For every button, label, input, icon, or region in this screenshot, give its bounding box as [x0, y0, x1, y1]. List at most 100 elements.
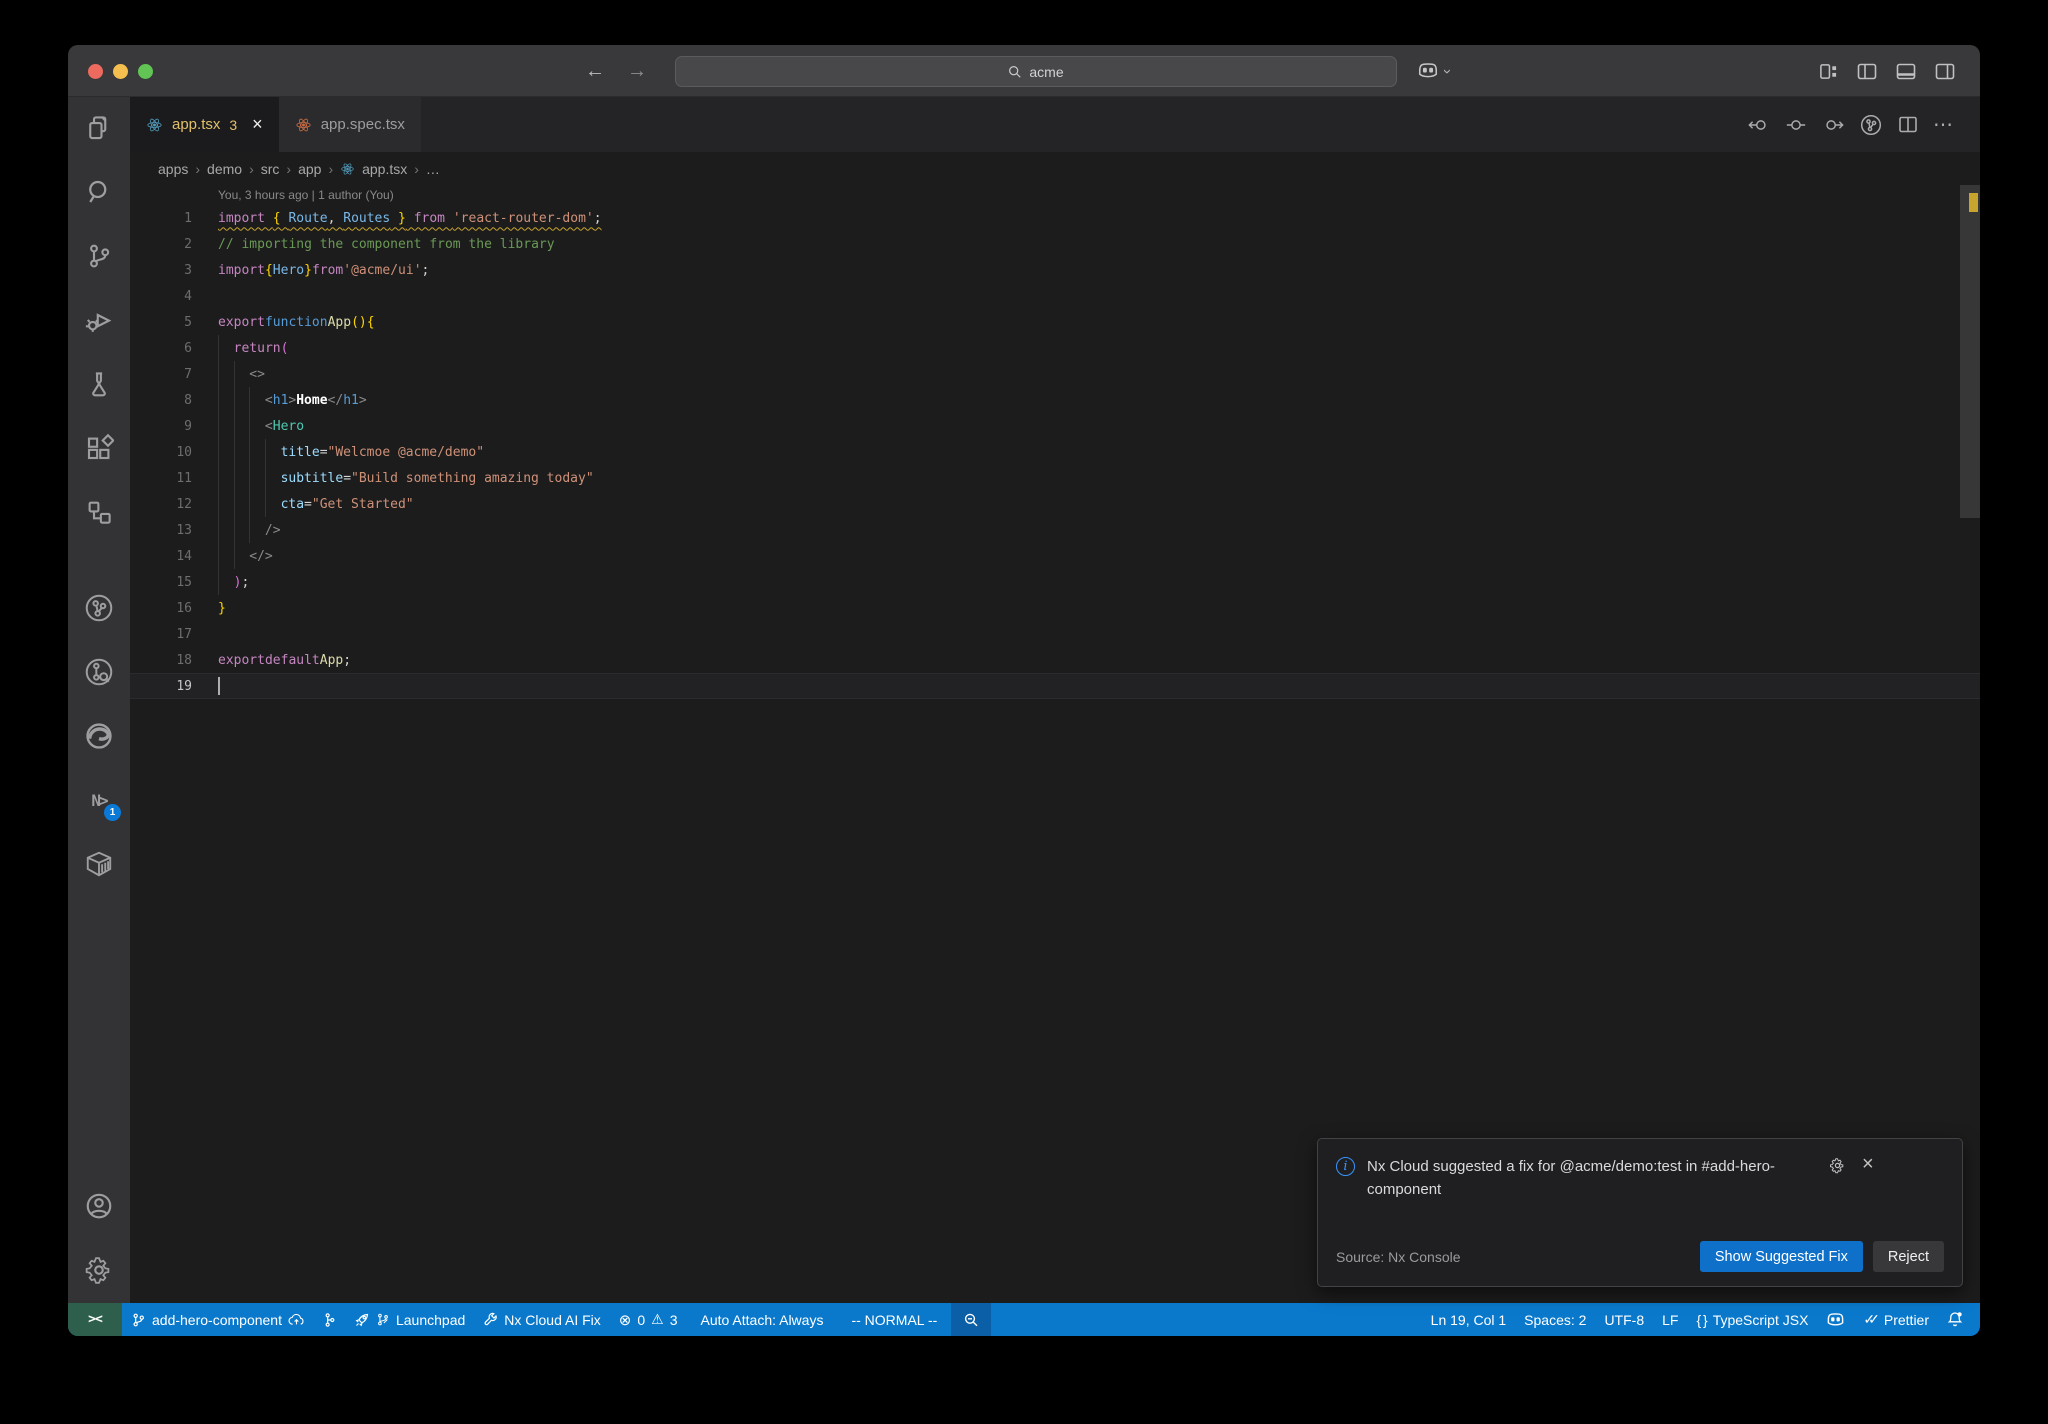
code-line[interactable]: 7 <> — [130, 361, 1980, 387]
package-explorer-icon[interactable] — [82, 847, 116, 881]
double-check-icon: ✓✓ — [1863, 1311, 1880, 1327]
encoding-item[interactable]: UTF-8 — [1595, 1303, 1653, 1336]
command-center-search[interactable]: acme — [675, 56, 1397, 87]
breadcrumb-item[interactable]: app — [298, 161, 321, 177]
code-line[interactable]: 17 — [130, 621, 1980, 647]
breadcrumb-item[interactable]: demo — [207, 161, 242, 177]
edge-browser-icon[interactable] — [82, 719, 116, 753]
copilot-menu-chevron-icon[interactable]: › — [1439, 69, 1456, 74]
scrollbar-thumb[interactable] — [1960, 185, 1980, 518]
git-branch-icon — [131, 1312, 146, 1328]
breadcrumb-item[interactable]: src — [261, 161, 280, 177]
notification-settings-gear-icon[interactable] — [1829, 1157, 1846, 1174]
line-number: 10 — [176, 444, 192, 460]
reject-button[interactable]: Reject — [1872, 1241, 1944, 1272]
cursor-position-item[interactable]: Ln 19, Col 1 — [1422, 1303, 1516, 1336]
code-token: App — [327, 314, 352, 330]
code-line[interactable]: 12 cta = "Get Started" — [130, 491, 1980, 517]
gitlens-forward-icon[interactable] — [1822, 117, 1844, 133]
code-line[interactable]: 14 </> — [130, 543, 1980, 569]
source-control-icon[interactable] — [82, 239, 116, 273]
code-line[interactable]: 8 < h1 > Home </h1 > — [130, 387, 1980, 413]
code-line[interactable]: 6 return ( — [130, 335, 1980, 361]
prettier-item[interactable]: ✓✓ Prettier — [1854, 1303, 1938, 1336]
git-branch-item[interactable]: add-hero-component — [122, 1303, 314, 1336]
notifications-bell-item[interactable] — [1938, 1303, 1972, 1336]
code-line[interactable]: 3 import { Hero } from '@acme/ui'; — [130, 257, 1980, 283]
run-debug-icon[interactable] — [82, 303, 116, 337]
customize-layout-icon[interactable] — [1819, 62, 1838, 81]
copilot-status-item[interactable] — [1817, 1303, 1854, 1336]
code-line[interactable]: 10 title = "Welcmoe @acme/demo" — [130, 439, 1980, 465]
explorer-icon[interactable] — [82, 111, 116, 145]
gitlens-back-icon[interactable] — [1748, 117, 1770, 133]
testing-icon[interactable] — [82, 367, 116, 401]
minimize-window-button[interactable] — [113, 63, 128, 79]
close-window-button[interactable] — [88, 63, 103, 79]
code-editor[interactable]: You, 3 hours ago | 1 author (You) 1 impor… — [130, 185, 1980, 1303]
toggle-secondary-sidebar-icon[interactable] — [1935, 62, 1955, 81]
problems-item[interactable]: ⊗ 0 ⚠ 3 — [610, 1303, 687, 1336]
gitlens-current-icon[interactable] — [1785, 117, 1807, 133]
language-mode-item[interactable]: { } TypeScript JSX — [1687, 1303, 1817, 1336]
nx-cloud-fix-item[interactable]: Nx Cloud AI Fix — [474, 1303, 609, 1336]
zoom-status-item[interactable] — [951, 1303, 992, 1336]
breadcrumb-item[interactable]: app.tsx — [362, 161, 407, 177]
toggle-panel-icon[interactable] — [1896, 62, 1916, 81]
tab-close-icon[interactable]: × — [252, 114, 263, 135]
history-forward-button[interactable]: → — [627, 60, 647, 83]
extensions-icon[interactable] — [82, 431, 116, 465]
code-line[interactable]: 2 // importing the component from the lib… — [130, 231, 1980, 257]
split-editor-icon[interactable] — [1898, 115, 1918, 134]
more-actions-icon[interactable]: ⋯ — [1933, 112, 1955, 137]
breadcrumb-item[interactable]: apps — [158, 161, 188, 177]
code-line[interactable]: 5 export function App() { — [130, 309, 1980, 335]
tab-app-spec-tsx[interactable]: app.spec.tsx — [278, 97, 421, 152]
code-line[interactable]: 19 — [130, 673, 1980, 699]
code-token: ; — [593, 210, 602, 226]
launchpad-item[interactable]: Launchpad — [345, 1303, 474, 1336]
accounts-icon[interactable] — [82, 1189, 116, 1223]
code-line[interactable]: 1 import { Route, Routes } from 'react-ro… — [130, 205, 1980, 231]
code-line[interactable]: 16} — [130, 595, 1980, 621]
notification-message: Nx Cloud suggested a fix for @acme/demo:… — [1367, 1158, 1775, 1199]
gitlens-inspect-icon[interactable] — [82, 655, 116, 689]
warning-icon: ⚠ — [651, 1311, 664, 1327]
code-token: "Build something amazing today" — [351, 470, 594, 486]
toggle-primary-sidebar-icon[interactable] — [1857, 62, 1877, 81]
breadcrumb-item[interactable]: … — [426, 161, 440, 177]
references-icon[interactable] — [82, 495, 116, 529]
gitlens-icon[interactable] — [82, 591, 116, 625]
search-sidebar-icon[interactable] — [82, 175, 116, 209]
git-graph-item[interactable] — [314, 1303, 345, 1336]
line-number: 8 — [184, 392, 192, 408]
auto-attach-item[interactable]: Auto Attach: Always — [687, 1303, 838, 1336]
remote-indicator[interactable]: >< — [68, 1303, 122, 1336]
braces-icon: { } — [1696, 1311, 1707, 1328]
history-back-button[interactable]: ← — [585, 60, 605, 83]
zoom-window-button[interactable] — [138, 63, 153, 79]
indentation-item[interactable]: Spaces: 2 — [1515, 1303, 1595, 1336]
eol-item[interactable]: LF — [1653, 1303, 1687, 1336]
code-line[interactable]: 4 — [130, 283, 1980, 309]
code-line[interactable]: 13 /> — [130, 517, 1980, 543]
code-token: { — [366, 314, 375, 330]
tab-app-tsx[interactable]: app.tsx 3 × — [130, 97, 279, 152]
code-line[interactable]: 18 export default App; — [130, 647, 1980, 673]
code-token: return — [233, 340, 281, 356]
vim-mode-item[interactable]: -- NORMAL -- — [837, 1303, 951, 1336]
code-line[interactable]: 11 subtitle = "Build something amazing toda… — [130, 465, 1980, 491]
show-suggested-fix-button[interactable]: Show Suggested Fix — [1699, 1241, 1863, 1272]
git-blame-codelens[interactable]: You, 3 hours ago | 1 author (You) — [130, 185, 1980, 205]
run-target-icon[interactable] — [1859, 113, 1883, 137]
notification-close-icon[interactable]: × — [1862, 1154, 1874, 1174]
settings-gear-icon[interactable] — [82, 1253, 116, 1287]
code-token: > — [288, 392, 297, 408]
code-line[interactable]: 9 < Hero — [130, 413, 1980, 439]
nx-cloud-fix-label: Nx Cloud AI Fix — [504, 1311, 601, 1328]
copilot-icon[interactable] — [1417, 63, 1439, 79]
line-number: 13 — [176, 522, 192, 538]
nx-console-icon[interactable]: N> 1 — [82, 783, 121, 821]
code-token: > — [358, 392, 367, 408]
code-line[interactable]: 15); — [130, 569, 1980, 595]
